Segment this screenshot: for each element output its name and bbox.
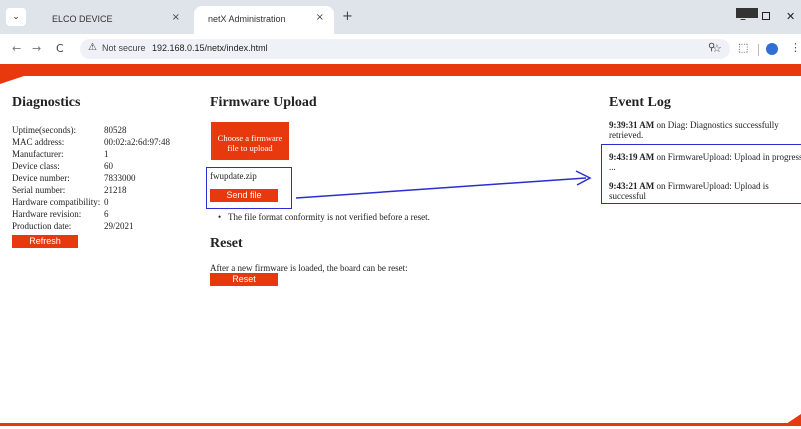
page-footer-line xyxy=(0,423,801,426)
annotation-arrow xyxy=(295,170,592,199)
